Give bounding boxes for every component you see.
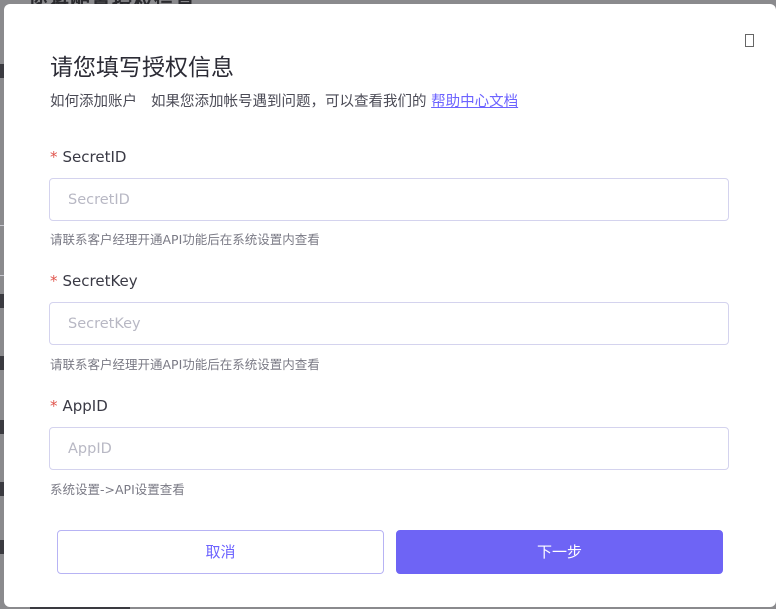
secretkey-label-text: SecretKey — [62, 272, 138, 290]
help-center-link[interactable]: 帮助中心文档 — [431, 94, 518, 110]
required-mark: * — [50, 397, 58, 415]
secretid-label: * SecretID — [50, 148, 126, 166]
secretkey-label: * SecretKey — [50, 272, 138, 290]
appid-input[interactable] — [49, 427, 729, 470]
required-mark: * — [50, 148, 58, 166]
secretkey-hint: 请联系客户经理开通API功能后在系统设置内查看 — [50, 357, 320, 372]
cancel-button[interactable]: 取消 — [57, 530, 384, 574]
modal-title: 请您填写授权信息 — [50, 55, 234, 81]
secretid-label-text: SecretID — [62, 148, 127, 166]
required-mark: * — [50, 272, 58, 290]
close-icon — [744, 34, 754, 47]
help-text: 如何添加账户 如果您添加帐号遇到问题，可以查看我们的 帮助中心文档 — [50, 90, 518, 111]
next-step-button[interactable]: 下一步 — [396, 530, 723, 574]
secretkey-input[interactable] — [49, 302, 729, 345]
appid-label-text: AppID — [62, 397, 108, 415]
appid-hint: 系统设置->API设置查看 — [50, 482, 185, 497]
authorization-modal: 请您填写授权信息 如何添加账户 如果您添加帐号遇到问题，可以查看我们的 帮助中心文… — [4, 4, 776, 607]
close-button[interactable] — [741, 32, 757, 50]
help-prefix: 如何添加账户 — [50, 94, 137, 110]
secretid-input[interactable] — [49, 178, 729, 221]
secretid-hint: 请联系客户经理开通API功能后在系统设置内查看 — [50, 232, 320, 247]
appid-label: * AppID — [50, 397, 108, 415]
help-description: 如果您添加帐号遇到问题，可以查看我们的 — [151, 94, 427, 110]
